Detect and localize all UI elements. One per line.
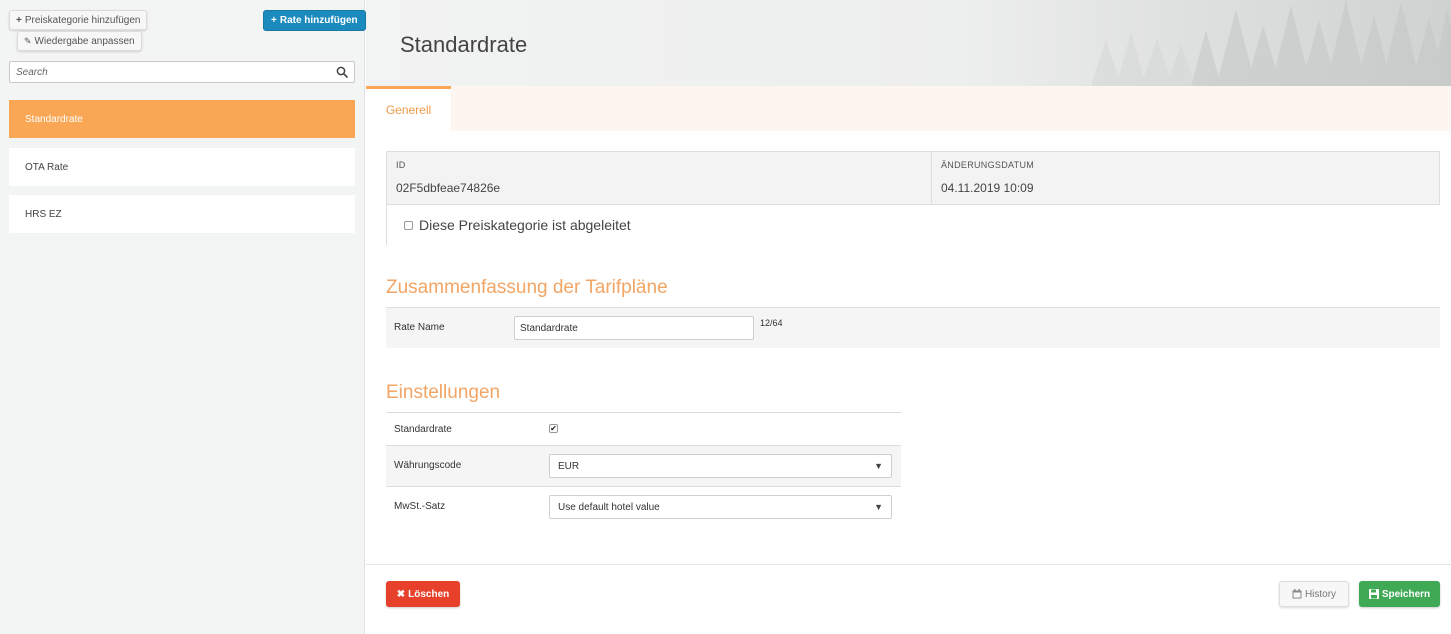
derived-checkbox[interactable] <box>404 220 413 230</box>
tab-generell[interactable]: Generell <box>366 86 451 131</box>
derived-label: Diese Preiskategorie ist abgeleitet <box>419 217 631 233</box>
save-label: Speichern <box>1381 588 1431 600</box>
derived-checkbox-row: Diese Preiskategorie ist abgeleitet <box>386 205 631 245</box>
footer-divider <box>366 564 1451 565</box>
main-content: Standardrate Generell ID 02F5dbfeae74826… <box>366 0 1451 634</box>
id-column: ID 02F5dbfeae74826e <box>387 152 932 204</box>
adjust-display-button[interactable]: ✎ Wiedergabe anpassen <box>17 31 142 51</box>
id-value: 02F5dbfeae74826e <box>396 181 501 195</box>
sidebar: + Preiskategorie hinzufügen + Rate hinzu… <box>0 0 366 634</box>
forest-background <box>1091 0 1451 86</box>
rate-name-counter: 12/64 <box>760 318 783 328</box>
edit-icon: ✎ <box>24 35 32 46</box>
search-box <box>9 61 355 83</box>
rate-item-label: Standardrate <box>25 113 83 125</box>
calendar-icon <box>1292 589 1302 599</box>
floppy-disk-icon <box>1368 589 1379 599</box>
search-input[interactable] <box>16 66 336 78</box>
summary-section-title: Zusammenfassung der Tarifpläne <box>386 277 668 298</box>
settings-section-title: Einstellungen <box>386 382 501 403</box>
vat-value: Use default hotel value <box>558 501 660 513</box>
changed-date-value: 04.11.2019 10:09 <box>941 181 1034 195</box>
currency-select[interactable]: EUR ▼ <box>549 454 892 478</box>
tab-bar: Generell <box>366 86 1451 131</box>
changed-date-column: ÄNDERUNGSDATUM 04.11.2019 10:09 <box>932 152 1440 204</box>
plus-icon: + <box>16 14 22 26</box>
standardrate-label: Standardrate <box>394 424 452 435</box>
info-panel: ID 02F5dbfeae74826e ÄNDERUNGSDATUM 04.11… <box>386 151 1440 205</box>
plus-icon: + <box>271 15 277 26</box>
rate-item-ota-rate[interactable]: OTA Rate <box>9 148 355 186</box>
history-label: History <box>1304 588 1337 600</box>
rate-name-row: Rate Name 12/64 <box>386 308 1440 348</box>
page-title: Standardrate <box>400 32 528 57</box>
chevron-down-icon: ▼ <box>874 461 883 471</box>
history-button[interactable]: History <box>1279 581 1349 607</box>
vat-label: MwSt.-Satz <box>394 501 446 512</box>
rate-item-hrs-ez[interactable]: HRS EZ <box>9 195 355 233</box>
adjust-display-label: Wiedergabe anpassen <box>34 35 135 47</box>
changed-date-label: ÄNDERUNGSDATUM <box>941 160 1035 170</box>
currency-row: Währungscode EUR ▼ <box>386 446 901 486</box>
delete-label: Löschen <box>408 588 450 600</box>
rate-item-label: OTA Rate <box>25 161 69 173</box>
currency-label: Währungscode <box>394 460 462 471</box>
add-category-label: Preiskategorie hinzufügen <box>24 14 141 26</box>
vat-select[interactable]: Use default hotel value ▼ <box>549 495 892 519</box>
delete-button[interactable]: ✖ Löschen <box>386 581 460 607</box>
rate-item-standardrate[interactable]: Standardrate <box>9 100 355 138</box>
save-button[interactable]: Speichern <box>1359 581 1440 607</box>
add-rate-button[interactable]: + Rate hinzufügen <box>263 10 366 31</box>
id-label: ID <box>396 160 406 170</box>
currency-value: EUR <box>558 460 580 472</box>
rate-name-label: Rate Name <box>394 322 445 333</box>
rate-item-label: HRS EZ <box>25 208 62 220</box>
add-rate-label: Rate hinzufügen <box>279 15 358 26</box>
chevron-down-icon: ▼ <box>874 502 883 512</box>
standardrate-checkbox[interactable]: ✔ <box>549 424 558 433</box>
page-header: Standardrate <box>366 0 1451 86</box>
close-icon: ✖ <box>396 588 406 600</box>
standardrate-row: Standardrate ✔ <box>386 413 901 445</box>
vat-row: MwSt.-Satz Use default hotel value ▼ <box>386 487 901 527</box>
rate-name-input[interactable] <box>514 316 754 340</box>
add-category-button[interactable]: + Preiskategorie hinzufügen <box>9 10 148 30</box>
search-icon[interactable] <box>336 66 348 78</box>
